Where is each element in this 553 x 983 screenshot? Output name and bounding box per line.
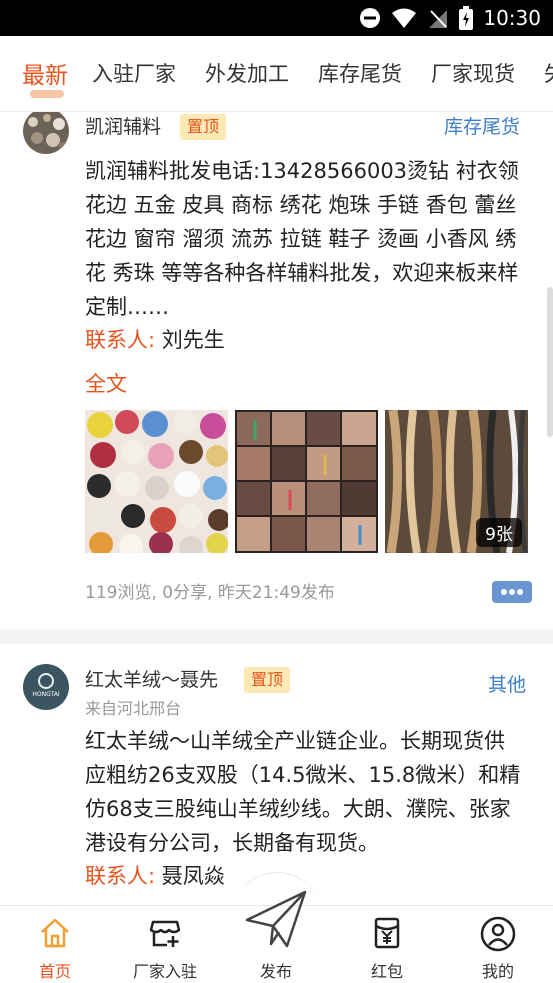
nav-red-packet[interactable]: 红包 <box>332 906 442 983</box>
nav-label: 发布 <box>259 962 292 981</box>
nav-label: 红包 <box>370 962 403 981</box>
nav-label: 我的 <box>481 962 514 981</box>
nav-mine[interactable]: 我的 <box>443 906 553 983</box>
tab-settled-factories[interactable]: 入驻厂家 <box>92 58 176 88</box>
pinned-badge: 置顶 <box>180 114 227 140</box>
svg-text:HONGTAI: HONGTAI <box>32 691 59 698</box>
scrollbar[interactable] <box>547 287 553 437</box>
tab-partial[interactable]: 失 <box>544 58 553 88</box>
contact-label: 联系人: <box>85 864 156 888</box>
contact-line: 联系人: 聂凤焱 <box>85 860 225 890</box>
avatar[interactable] <box>23 112 69 154</box>
nav-label: 首页 <box>38 962 71 981</box>
post-body[interactable]: 凯润辅料批发电话:13428566003烫钻 衬衣领 花边 五金 皮具 商标 绣… <box>85 154 525 324</box>
nav-publish[interactable]: 发布 <box>221 890 331 983</box>
red-packet-icon <box>374 917 400 949</box>
nav-home[interactable]: 首页 <box>0 906 110 983</box>
bottom-navigation: 首页 厂家入驻 发布 红包 我的 <box>0 890 553 983</box>
avatar[interactable]: HONGTAI <box>23 664 69 710</box>
paper-plane-icon <box>245 890 307 948</box>
nav-factory-join[interactable]: 厂家入驻 <box>110 906 220 983</box>
wifi-icon <box>392 8 417 28</box>
signal-icon <box>429 10 448 28</box>
full-text-link[interactable]: 全文 <box>85 368 127 398</box>
image-count-badge: 9张 <box>476 518 522 547</box>
contact-name: 聂凤焱 <box>161 864 225 888</box>
tab-factory-stock[interactable]: 厂家现货 <box>431 58 515 88</box>
status-bar: 10:30 <box>0 0 553 36</box>
post-body[interactable]: 红太羊绒～山羊绒全产业链企业。长期现货供应粗纺26支双股（14.5微米、15.8… <box>85 724 525 860</box>
user-icon <box>480 916 516 952</box>
contact-label: 联系人: <box>85 328 156 352</box>
tab-latest[interactable]: 最新 <box>22 56 68 90</box>
post-author[interactable]: 红太羊绒～聂先 <box>85 665 218 692</box>
post-category[interactable]: 库存尾货 <box>444 112 520 139</box>
category-tabs: 最新 入驻厂家 外发加工 库存尾货 厂家现货 失 <box>0 36 553 112</box>
post-divider <box>0 630 553 644</box>
post-origin: 来自河北邢台 <box>85 699 182 718</box>
post-feed[interactable]: 凯润辅料 置顶 库存尾货 凯润辅料批发电话:13428566003烫钻 衬衣领 … <box>0 112 553 905</box>
post-author[interactable]: 凯润辅料 <box>85 112 161 139</box>
post-image[interactable] <box>235 410 378 553</box>
more-options-button[interactable] <box>486 581 532 603</box>
do-not-disturb-icon <box>360 8 381 28</box>
post-image[interactable]: 9张 <box>385 410 528 553</box>
more-dots-icon <box>486 587 523 597</box>
status-time: 10:30 <box>483 6 541 30</box>
contact-line: 联系人: 刘先生 <box>85 324 225 354</box>
post-meta: 119浏览, 0分享, 昨天21:49发布 <box>85 583 335 603</box>
tab-outsourcing[interactable]: 外发加工 <box>205 58 289 88</box>
tab-stock-surplus[interactable]: 库存尾货 <box>318 58 402 88</box>
nav-label: 厂家入驻 <box>132 962 197 981</box>
store-add-icon <box>149 920 181 947</box>
post-category[interactable]: 其他 <box>488 670 526 697</box>
post-image[interactable] <box>85 410 228 553</box>
battery-icon <box>459 6 474 30</box>
pinned-badge: 置顶 <box>244 667 291 693</box>
home-icon <box>41 918 69 948</box>
contact-name: 刘先生 <box>161 328 225 352</box>
tab-active-indicator <box>30 90 64 98</box>
